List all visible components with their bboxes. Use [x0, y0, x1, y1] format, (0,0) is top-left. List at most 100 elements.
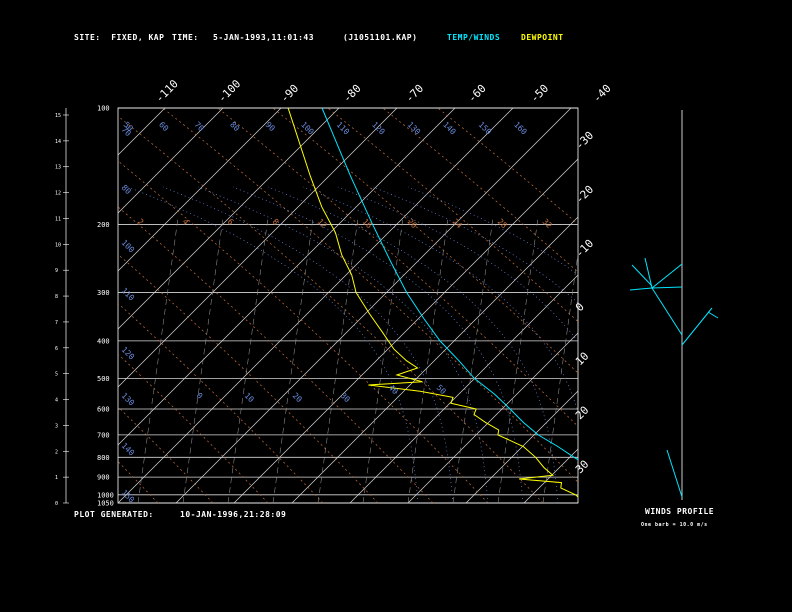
isotherm-line [118, 108, 282, 272]
height-tick-label: 8 [55, 294, 58, 300]
temp-top-label: -110 [153, 77, 181, 105]
mixing-ratio-line [137, 217, 179, 503]
mixing-ratio-label: 28 [496, 217, 509, 230]
height-tick-label: 0 [55, 501, 58, 507]
moist-adiabat [162, 186, 454, 503]
mixing-ratio-label: 24 [451, 217, 464, 230]
plot-frame [117, 107, 579, 504]
dry-adiabat-label: 120 [370, 120, 387, 137]
mixing-ratio-label: 4 [181, 217, 191, 227]
isotherm-line [756, 108, 792, 503]
mixing-ratio-label: 2 [136, 217, 146, 227]
height-tick-label: 1 [55, 475, 58, 481]
moist-adiabat [337, 186, 578, 343]
height-tick-label: 4 [55, 398, 58, 404]
dry-adiabat-label: 90 [264, 120, 277, 133]
isotherm-line [118, 108, 166, 156]
isotherm-line [118, 108, 456, 446]
dry-adiabat-label: 150 [477, 120, 494, 137]
theta-left-label: 110 [120, 286, 137, 303]
moist-adiabat-label: 30 [339, 391, 352, 404]
isotherm-line [291, 216, 578, 503]
height-tick-label: 2 [55, 449, 58, 455]
mixing-ratio-line [407, 217, 449, 503]
pressure-tick-label: 300 [97, 289, 110, 297]
temp-right-label: 20 [573, 404, 592, 423]
dry-adiabat [217, 108, 578, 427]
mixing-ratio-line [182, 217, 224, 503]
isotherm-line [407, 332, 578, 503]
pressure-tick-label: 1000 [97, 491, 114, 499]
height-tick-label: 13 [55, 165, 61, 171]
wind-barb [651, 286, 683, 289]
height-tick-label: 7 [55, 320, 58, 326]
theta-left-label: 80 [120, 183, 133, 196]
moist-adiabat-label: 40 [387, 383, 400, 396]
pressure-tick-label: 100 [97, 105, 110, 113]
dry-adiabat [162, 108, 578, 483]
pressure-tick-label: 200 [97, 221, 110, 229]
skewt-chart: 1002003004005006007008009001000105001234… [0, 77, 792, 508]
dry-adiabat-label: 80 [228, 120, 241, 133]
mixing-ratio-label: 20 [406, 217, 419, 230]
temp-right-label: 10 [573, 350, 592, 369]
height-tick-label: 6 [55, 346, 58, 352]
dry-adiabat-label: 60 [157, 120, 170, 133]
temp-right-label: 30 [573, 458, 592, 477]
isotherm-line [118, 108, 340, 330]
dry-adiabat-label: 70 [193, 120, 206, 133]
isotherm-line [118, 108, 224, 214]
mixing-ratio-line [317, 217, 359, 503]
height-tick-label: 10 [55, 242, 61, 248]
temp-top-label: -70 [403, 82, 426, 105]
wind-barb [666, 449, 683, 498]
temp-top-label: -100 [215, 77, 243, 105]
dry-adiabat-label: 140 [441, 120, 458, 137]
pressure-tick-label: 400 [97, 337, 110, 345]
temp-top-label: -80 [340, 82, 363, 105]
moist-adiabat [407, 186, 578, 276]
pressure-tick-label: 800 [97, 454, 110, 462]
mixing-ratio-label: 12 [316, 217, 329, 230]
moist-adiabat [372, 186, 578, 304]
theta-left-label: 140 [120, 441, 137, 458]
temp-right-label: -10 [573, 237, 596, 260]
height-tick-label: 15 [55, 113, 61, 119]
height-tick-label: 3 [55, 423, 58, 429]
height-tick-label: 9 [55, 268, 58, 274]
isotherm-line [175, 108, 572, 503]
dry-adiabat [437, 108, 578, 225]
temp-right-label: 0 [573, 300, 587, 314]
clipped-plot [0, 108, 792, 503]
moist-adiabat-label: 10 [243, 391, 256, 404]
height-tick-label: 11 [55, 216, 61, 222]
wind-barb [629, 287, 653, 291]
dry-adiabat [118, 406, 214, 503]
pressure-tick-label: 1050 [97, 500, 114, 508]
temp-top-label: -50 [528, 82, 551, 105]
mixing-ratio-label: 32 [541, 217, 554, 230]
dewpoint-line [287, 108, 578, 498]
temp-top-label: -60 [465, 82, 488, 105]
height-tick-label: 12 [55, 191, 61, 197]
theta-left-label: 100 [120, 238, 137, 255]
dry-adiabat-label: 100 [299, 120, 316, 137]
temp-top-label: -40 [590, 82, 613, 105]
isotherm-line [0, 108, 107, 503]
height-tick-label: 5 [55, 372, 58, 378]
mixing-ratio-line [227, 217, 269, 503]
isotherm-line [582, 108, 792, 503]
moist-adiabat [127, 186, 419, 503]
wind-barb [651, 263, 683, 289]
plot-frame-group [117, 107, 579, 504]
isotherm-line [698, 108, 792, 503]
pressure-tick-label: 500 [97, 375, 110, 383]
isotherm-line [118, 108, 398, 388]
dry-adiabat-label: 160 [512, 120, 529, 137]
mixing-ratio-line [362, 217, 404, 503]
temp-right-label: -20 [573, 183, 596, 206]
moist-adiabat [302, 186, 578, 414]
dry-adiabat-label: 110 [335, 120, 352, 137]
moist-adiabat-label: 20 [291, 391, 304, 404]
dry-adiabat [118, 302, 324, 503]
